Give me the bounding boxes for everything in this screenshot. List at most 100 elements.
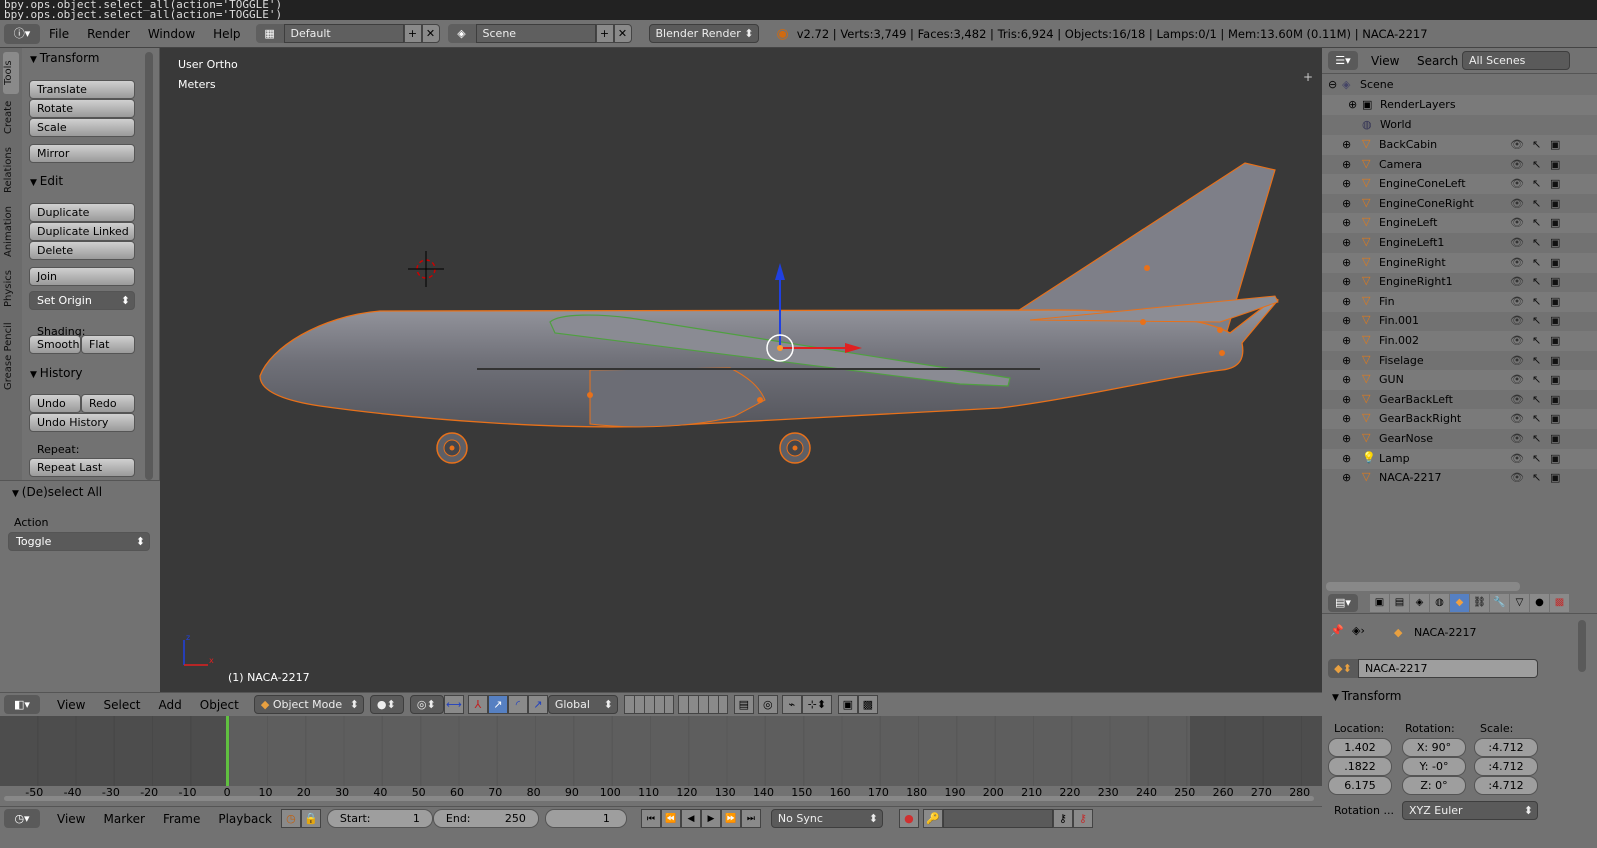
expand-icon[interactable]: ⊕ [1342,331,1351,351]
select-cursor-icon[interactable]: ↖ [1532,429,1541,449]
select-cursor-icon[interactable]: ↖ [1532,213,1541,233]
duplicate-linked-button[interactable]: Duplicate Linked [29,222,135,241]
layout-icon[interactable]: ▦ [255,24,284,43]
outliner-object-row[interactable]: ⊕ ▽ EngineRight 👁 ↖ ▣ [1322,252,1597,273]
render-camera-icon[interactable]: ▣ [1550,390,1560,410]
tab-relations[interactable]: Relations [3,142,19,198]
expand-icon[interactable]: ⊕ [1348,95,1357,115]
repeat-last-button[interactable]: Repeat Last [29,458,135,477]
modifiers-tab-icon[interactable]: 🔧 [1490,594,1509,612]
manipulator-toggle-icon[interactable]: ⟷ [443,695,464,714]
outliner-object-row[interactable]: ⊕ ▽ GearBackRight 👁 ↖ ▣ [1322,409,1597,430]
render-camera-icon[interactable]: ▣ [1550,449,1560,469]
scale-x-field[interactable]: :4.712 [1474,738,1538,757]
location-z-field[interactable]: 6.175 [1328,776,1392,795]
screen-layout-field[interactable]: Default [283,24,404,43]
render-camera-icon[interactable]: ▣ [1550,135,1560,155]
record-icon[interactable]: ● [898,809,919,828]
tree-row-world[interactable]: ◍ World [1322,115,1597,135]
close-icon[interactable]: ✕ [421,24,440,43]
jump-start-icon[interactable]: ⏮ [640,809,661,828]
render-camera-icon[interactable]: ▣ [1550,292,1560,312]
render-camera-icon[interactable]: ▣ [1550,409,1560,429]
menu-file[interactable]: File [40,27,78,41]
menu-object[interactable]: Object [191,698,248,712]
panel-transform-title[interactable]: Transform [30,51,100,65]
render-tab-icon[interactable]: ▣ [1370,594,1389,612]
preview-range-icon[interactable]: ◷ [280,809,301,828]
select-cursor-icon[interactable]: ↖ [1532,194,1541,214]
visibility-icon[interactable]: 👁 [1510,429,1524,449]
outliner-object-row[interactable]: ⊕ ▽ GearBackLeft 👁 ↖ ▣ [1322,390,1597,410]
outliner-object-row[interactable]: ⊕ ▽ Fin 👁 ↖ ▣ [1322,291,1597,312]
menu-frame[interactable]: Frame [154,812,209,826]
keying-set-field[interactable] [942,809,1053,828]
menu-render[interactable]: Render [78,27,139,41]
expand-icon[interactable]: ⊕ [1342,174,1351,194]
render-camera-icon[interactable]: ▣ [1550,311,1560,331]
location-y-field[interactable]: .1822 [1328,757,1392,776]
outliner-object-row[interactable]: ⊕ ▽ EngineConeLeft 👁 ↖ ▣ [1322,174,1597,195]
select-cursor-icon[interactable]: ↖ [1532,370,1541,390]
menu-select[interactable]: Select [94,698,149,712]
visibility-icon[interactable]: 👁 [1510,409,1524,429]
visibility-icon[interactable]: 👁 [1510,390,1524,410]
render-camera-icon[interactable]: ▣ [1550,331,1560,351]
object-name-field[interactable]: NACA-2217 [1358,659,1538,678]
editor-type-icon[interactable]: ◷▾ [4,809,40,828]
undo-history-button[interactable]: Undo History [29,413,135,432]
tab-create[interactable]: Create [3,96,19,138]
panel-edit-title[interactable]: Edit [30,174,63,188]
render-camera-icon[interactable]: ▣ [1550,213,1560,233]
render-camera-icon[interactable]: ▣ [1550,272,1560,292]
tab-physics[interactable]: Physics [3,266,19,312]
render-icon[interactable]: ▣ [837,695,858,714]
select-cursor-icon[interactable]: ↖ [1532,155,1541,175]
operator-title[interactable]: (De)select All [12,485,102,499]
proportional-edit-icon[interactable]: ◎ [757,695,778,714]
prev-keyframe-icon[interactable]: ⏪ [660,809,681,828]
outliner-object-row[interactable]: ⊕ ▽ Fin.001 👁 ↖ ▣ [1322,311,1597,331]
expand-icon[interactable]: ⊕ [1342,311,1351,331]
axis-icon[interactable]: ⅄ [467,695,488,714]
menu-playback[interactable]: Playback [209,812,281,826]
outliner-object-row[interactable]: ⊕ ▽ EngineRight1 👁 ↖ ▣ [1322,272,1597,292]
snap-icon[interactable]: ⌁ [781,695,802,714]
expand-icon[interactable]: ⊕ [1342,292,1351,312]
menu-help[interactable]: Help [204,27,249,41]
select-cursor-icon[interactable]: ↖ [1532,468,1541,488]
visibility-icon[interactable]: 👁 [1510,253,1524,273]
layers-grid[interactable] [677,695,728,714]
outliner-object-row[interactable]: ⊕ ▽ BackCabin 👁 ↖ ▣ [1322,135,1597,155]
mirror-button[interactable]: Mirror [29,144,135,163]
duplicate-button[interactable]: Duplicate [29,203,135,222]
add-icon[interactable]: + [595,24,614,43]
panel-history-title[interactable]: History [30,366,83,380]
expand-icon[interactable]: ⊕ [1342,429,1351,449]
data-tab-icon[interactable]: ▽ [1510,594,1529,612]
expand-icon[interactable]: ⊕ [1342,233,1351,253]
outliner-object-row[interactable]: ⊕ ▽ NACA-2217 👁 ↖ ▣ [1322,468,1597,488]
render-engine-select[interactable]: Blender Render ⬍ [648,24,759,43]
select-cursor-icon[interactable]: ↖ [1532,135,1541,155]
rotation-x-field[interactable]: X: 90° [1402,738,1466,757]
outliner-object-row[interactable]: ⊕ ▽ EngineLeft 👁 ↖ ▣ [1322,213,1597,234]
close-icon[interactable]: ✕ [613,24,632,43]
visibility-icon[interactable]: 👁 [1510,331,1524,351]
rotate-manipulator-icon[interactable]: ◜ [507,695,528,714]
menu-view[interactable]: View [48,812,94,826]
menu-add[interactable]: Add [150,698,191,712]
render-camera-icon[interactable]: ▣ [1550,370,1560,390]
set-origin-select[interactable]: Set Origin ⬍ [29,291,135,310]
tab-tools[interactable]: Tools [3,52,19,94]
expand-icon[interactable]: ⊕ [1342,468,1351,488]
location-x-field[interactable]: 1.402 [1328,738,1392,757]
sync-select[interactable]: No Sync ⬍ [770,809,883,828]
end-frame-field[interactable]: End: 250 [432,809,539,828]
pivot-select[interactable]: ◎⬍ [409,695,444,714]
rotation-mode-select[interactable]: XYZ Euler ⬍ [1402,801,1538,820]
current-frame-field[interactable]: 1 [544,809,627,828]
visibility-icon[interactable]: 👁 [1510,468,1524,488]
delete-keyframe-icon[interactable]: ⚷ [1072,809,1093,828]
visibility-icon[interactable]: 👁 [1510,135,1524,155]
